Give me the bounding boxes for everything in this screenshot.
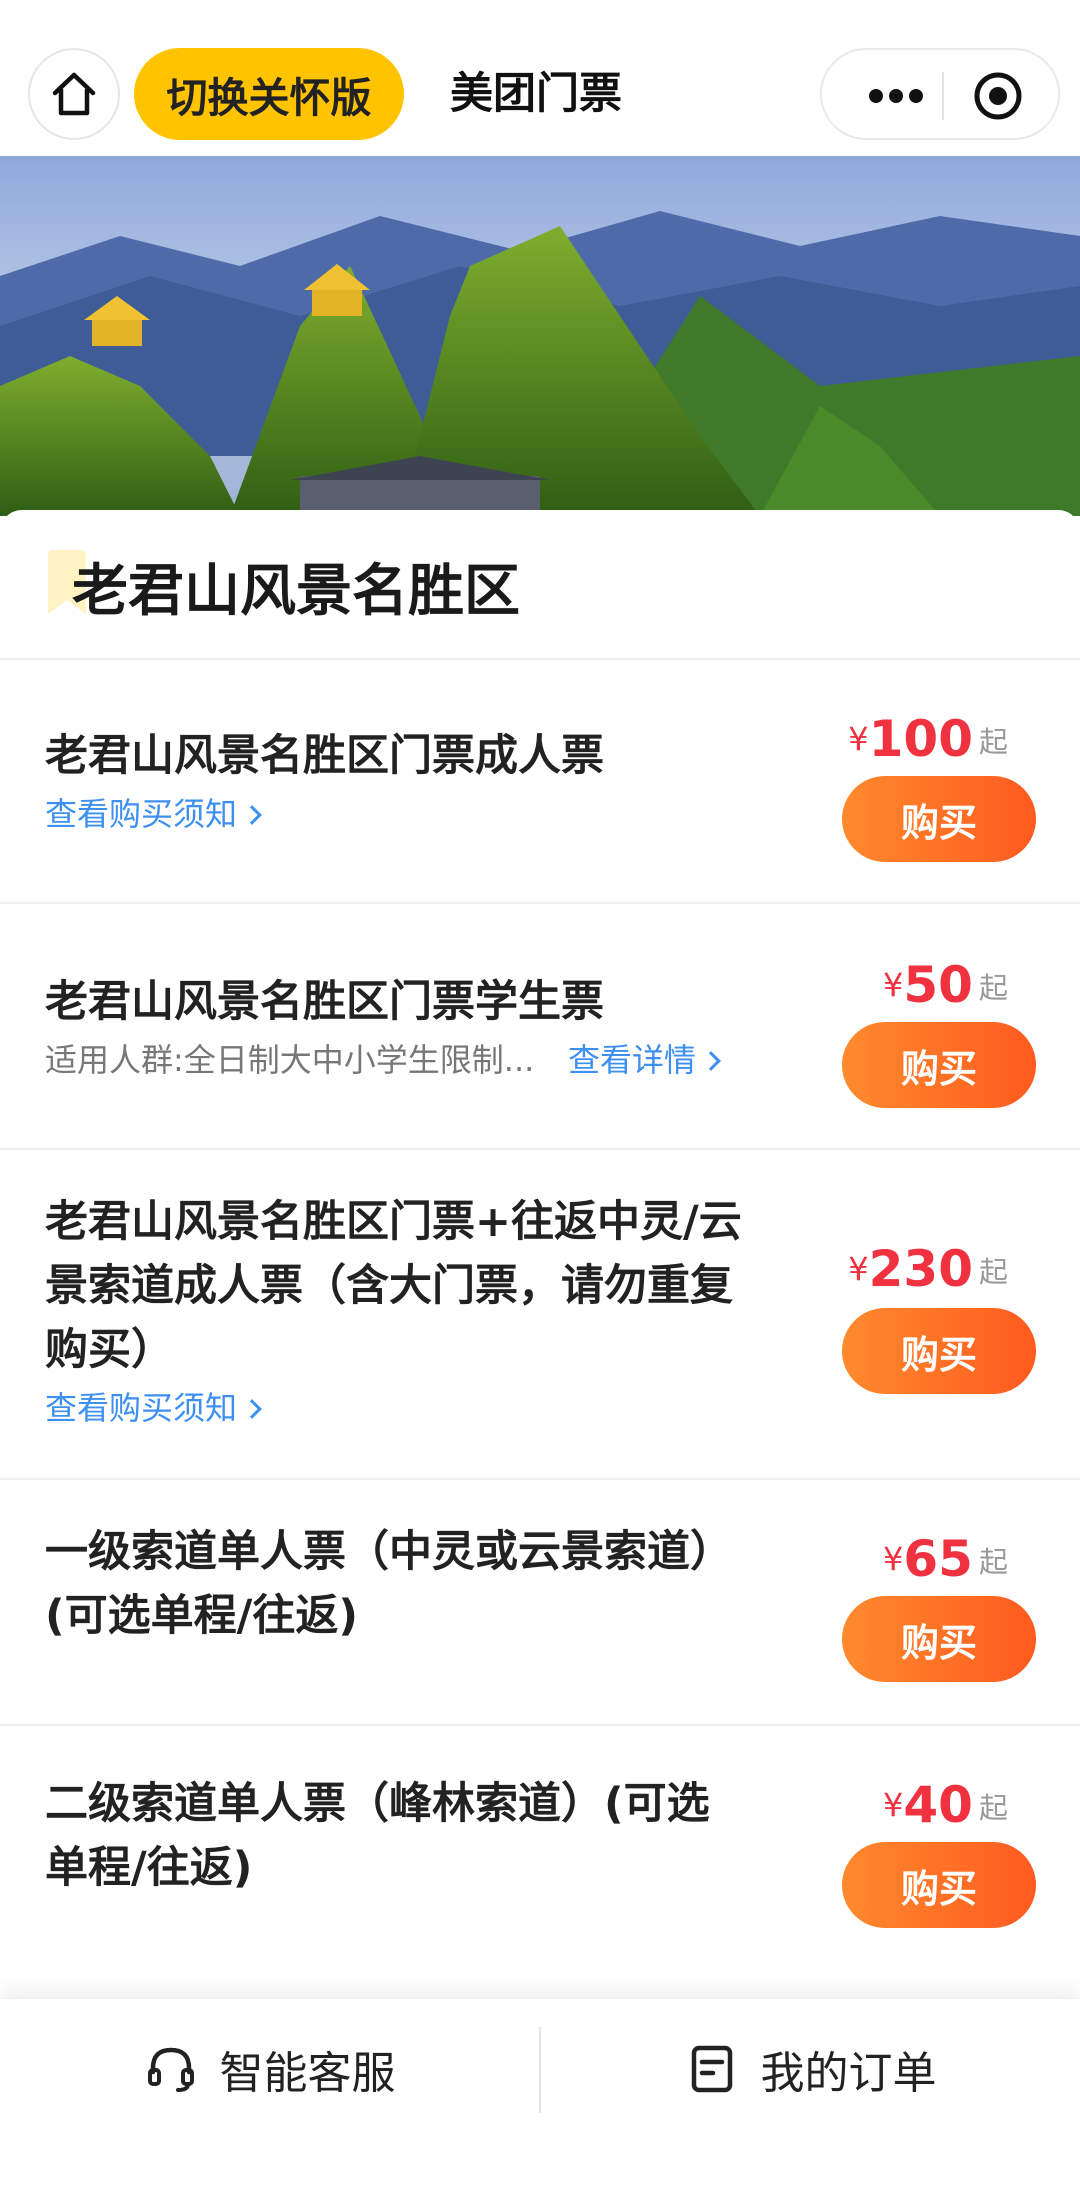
buy-button[interactable]: 购买 [842, 1022, 1036, 1108]
currency-symbol: ¥ [848, 720, 869, 758]
headset-icon [147, 2047, 194, 2092]
buy-button[interactable]: 购买 [842, 1596, 1036, 1682]
close-mini-program-button[interactable] [972, 70, 1024, 122]
target-icon [974, 72, 1022, 120]
ticket-price: ¥230 起 [848, 1240, 1008, 1298]
link-label: 查看购买须知 [45, 1389, 238, 1427]
mini-program-capsule [820, 48, 1060, 140]
ticket-audience-desc: 适用人群:全日制大中小学生限制... [45, 1041, 535, 1079]
ticket-item[interactable]: 一级索道单人票（中灵或云景索道） (可选单程/往返) ¥65 起 购买 [0, 1480, 1080, 1726]
buy-button[interactable]: 购买 [842, 1308, 1036, 1394]
purchase-notice-link[interactable]: 查看购买须知 [45, 792, 262, 836]
currency-symbol: ¥ [883, 1786, 904, 1824]
currency-symbol: ¥ [883, 966, 904, 1004]
chevron-right-icon [242, 805, 262, 825]
ticket-price: ¥40 起 [883, 1776, 1008, 1834]
home-button[interactable] [28, 48, 120, 140]
customer-service-button[interactable]: 智能客服 [0, 1999, 539, 2139]
scenic-name: 老君山风景名胜区 [72, 559, 520, 624]
view-details-link[interactable]: 查看详情 [568, 1038, 721, 1082]
top-nav-bar: 切换关怀版 美团门票 [0, 0, 1080, 156]
more-icon [869, 89, 923, 103]
ticket-name: 一级索道单人票（中灵或云景索道） (可选单程/往返) [45, 1520, 775, 1648]
price-suffix: 起 [978, 1255, 1008, 1289]
ticket-price: ¥50 起 [883, 956, 1008, 1014]
ticket-name: 老君山风景名胜区门票成人票 [45, 731, 604, 781]
ticket-name-line: 购买） [45, 1325, 174, 1375]
price-value: 230 [868, 1240, 973, 1298]
chevron-right-icon [701, 1051, 721, 1071]
ticket-item[interactable]: 老君山风景名胜区门票学生票 适用人群:全日制大中小学生限制... 查看详情 ¥5… [0, 904, 1080, 1150]
ticket-name-line: 一级索道单人票（中灵或云景索道） [45, 1527, 733, 1577]
ticket-item[interactable]: 二级索道单人票（峰林索道）(可选 单程/往返) ¥40 起 购买 [0, 1726, 1080, 1998]
buy-button[interactable]: 购买 [842, 1842, 1036, 1928]
price-value: 40 [903, 1776, 973, 1834]
chevron-right-icon [242, 1399, 262, 1419]
care-mode-toggle-button[interactable]: 切换关怀版 [134, 48, 404, 140]
price-suffix: 起 [978, 1791, 1008, 1825]
price-value: 100 [868, 710, 973, 768]
price-suffix: 起 [978, 971, 1008, 1005]
ticket-item[interactable]: 老君山风景名胜区门票+往返中灵/云 景索道成人票（含大门票，请勿重复 购买） 查… [0, 1150, 1080, 1480]
price-suffix: 起 [978, 1545, 1008, 1579]
price-value: 50 [903, 956, 973, 1014]
ticket-name-line: 老君山风景名胜区门票+往返中灵/云 [45, 1197, 742, 1247]
ticket-name-line: 景索道成人票（含大门票，请勿重复 [45, 1261, 733, 1311]
my-orders-label: 我的订单 [760, 2048, 937, 2099]
scenic-banner-image[interactable] [0, 156, 1080, 516]
more-button[interactable] [854, 76, 938, 116]
ticket-name: 老君山风景名胜区门票+往返中灵/云 景索道成人票（含大门票，请勿重复 购买） [45, 1190, 775, 1382]
ticket-name: 老君山风景名胜区门票学生票 [45, 977, 604, 1027]
ticket-name-line: (可选单程/往返) [45, 1591, 359, 1641]
price-suffix: 起 [978, 725, 1008, 759]
buy-button[interactable]: 购买 [842, 776, 1036, 862]
my-orders-button[interactable]: 我的订单 [541, 1999, 1080, 2139]
ticket-name-line: 二级索道单人票（峰林索道）(可选 [45, 1779, 710, 1829]
currency-symbol: ¥ [848, 1250, 869, 1288]
link-label: 查看详情 [568, 1041, 697, 1079]
order-list-icon [691, 2045, 732, 2093]
bottom-action-bar: 智能客服 我的订单 [0, 1998, 1080, 2187]
page-title: 美团门票 [450, 69, 622, 119]
ticket-name-line: 单程/往返) [45, 1843, 253, 1893]
home-icon [52, 72, 96, 116]
capsule-divider [942, 72, 944, 120]
ticket-name: 二级索道单人票（峰林索道）(可选 单程/往返) [45, 1772, 775, 1900]
currency-symbol: ¥ [883, 1540, 904, 1578]
customer-service-label: 智能客服 [219, 2048, 396, 2099]
ticket-price: ¥100 起 [848, 710, 1008, 768]
purchase-notice-link[interactable]: 查看购买须知 [45, 1386, 262, 1430]
price-value: 65 [903, 1530, 973, 1588]
ticket-price: ¥65 起 [883, 1530, 1008, 1588]
link-label: 查看购买须知 [45, 795, 238, 833]
ticket-item[interactable]: 老君山风景名胜区门票成人票 查看购买须知 ¥100 起 购买 [0, 660, 1080, 904]
scenic-title-card: 老君山风景名胜区 [0, 510, 1080, 660]
